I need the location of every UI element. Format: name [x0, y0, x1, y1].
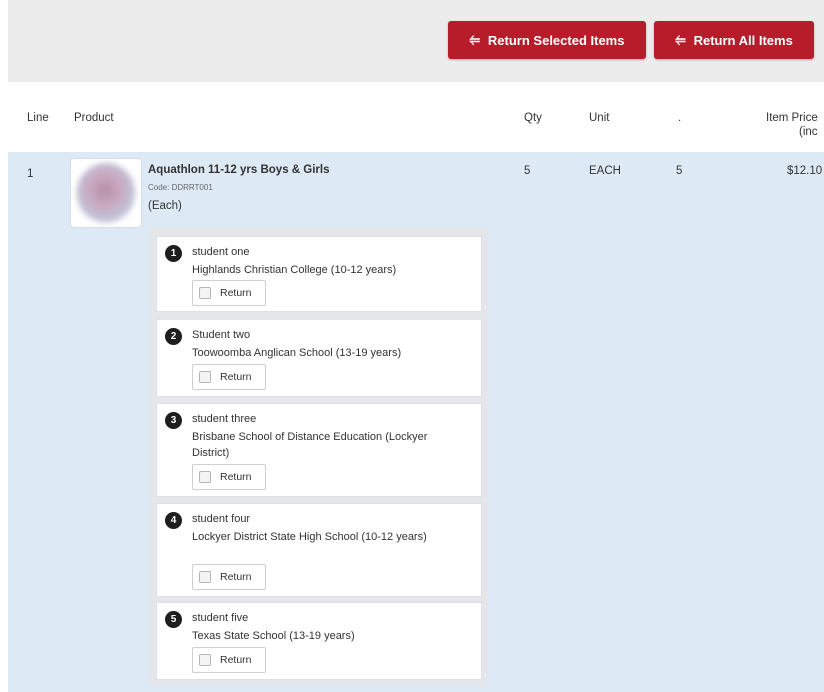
- return-label: Return: [220, 571, 252, 583]
- row-qty: 5: [524, 165, 531, 177]
- return-label: Return: [220, 371, 252, 383]
- header-item-price: Item Price (inc: [766, 112, 824, 138]
- row-unit: EACH: [589, 165, 621, 177]
- student-number-badge: 4: [165, 512, 182, 529]
- checkbox-icon[interactable]: [199, 471, 211, 483]
- header-dot: .: [678, 112, 682, 124]
- row-item-price: $12.10: [787, 165, 823, 177]
- return-checkbox[interactable]: Return: [192, 564, 266, 590]
- student-school: Texas State School (13-19 years): [192, 630, 355, 642]
- checkbox-icon[interactable]: [199, 371, 211, 383]
- student-card: 5 student five Texas State School (13-19…: [156, 602, 482, 680]
- student-school: Toowoomba Anglican School (13-19 years): [192, 347, 402, 359]
- student-name: Student two: [192, 329, 251, 341]
- return-label: Return: [220, 654, 252, 666]
- return-checkbox[interactable]: Return: [192, 464, 266, 490]
- return-icon: ⥢: [675, 32, 686, 47]
- student-name: student five: [192, 612, 249, 624]
- product-name: Aquathlon 11-12 yrs Boys & Girls: [148, 164, 330, 176]
- student-card: 3 student three Brisbane School of Dista…: [156, 403, 482, 497]
- student-number-badge: 3: [165, 412, 182, 429]
- product-thumbnail: [70, 158, 142, 228]
- return-all-items-button[interactable]: ⥢ Return All Items: [654, 21, 814, 59]
- student-card: 2 Student two Toowoomba Anglican School …: [156, 319, 482, 397]
- return-selected-items-label: Return Selected Items: [487, 32, 625, 48]
- return-label: Return: [220, 471, 252, 483]
- product-unit-note: (Each): [148, 200, 182, 212]
- student-school: Lockyer District State High School (10-1…: [192, 531, 427, 543]
- product-code: Code: DDRRT001: [148, 183, 213, 192]
- return-checkbox[interactable]: Return: [192, 364, 266, 390]
- checkbox-icon[interactable]: [199, 654, 211, 666]
- student-number-badge: 1: [165, 245, 182, 262]
- return-all-items-label: Return All Items: [693, 32, 793, 48]
- header-unit: Unit: [589, 112, 610, 124]
- return-selected-items-button[interactable]: ⥢ Return Selected Items: [448, 21, 646, 59]
- header-product: Product: [74, 112, 114, 124]
- student-name: student three: [192, 413, 257, 425]
- student-card: 4 student four Lockyer District State Hi…: [156, 503, 482, 597]
- header-item-price-line2: (inc: [799, 126, 818, 138]
- header-line: Line: [27, 112, 49, 124]
- student-school: Highlands Christian College (10-12 years…: [192, 264, 397, 276]
- student-card: 1 student one Highlands Christian Colleg…: [156, 236, 482, 312]
- checkbox-icon[interactable]: [199, 571, 211, 583]
- checkbox-icon[interactable]: [199, 287, 211, 299]
- student-name: student four: [192, 513, 251, 525]
- return-icon: ⥢: [469, 32, 480, 47]
- return-checkbox[interactable]: Return: [192, 280, 266, 306]
- header-item-price-line1: Item Price: [766, 112, 818, 124]
- return-label: Return: [220, 287, 252, 299]
- student-name: student one: [192, 246, 250, 258]
- row-dot-value: 5: [676, 165, 683, 177]
- return-checkbox[interactable]: Return: [192, 647, 266, 673]
- student-number-badge: 5: [165, 611, 182, 628]
- header-qty: Qty: [524, 112, 542, 124]
- student-number-badge: 2: [165, 328, 182, 345]
- row-line-number: 1: [27, 168, 34, 180]
- student-school: Brisbane School of Distance Education (L…: [192, 431, 428, 459]
